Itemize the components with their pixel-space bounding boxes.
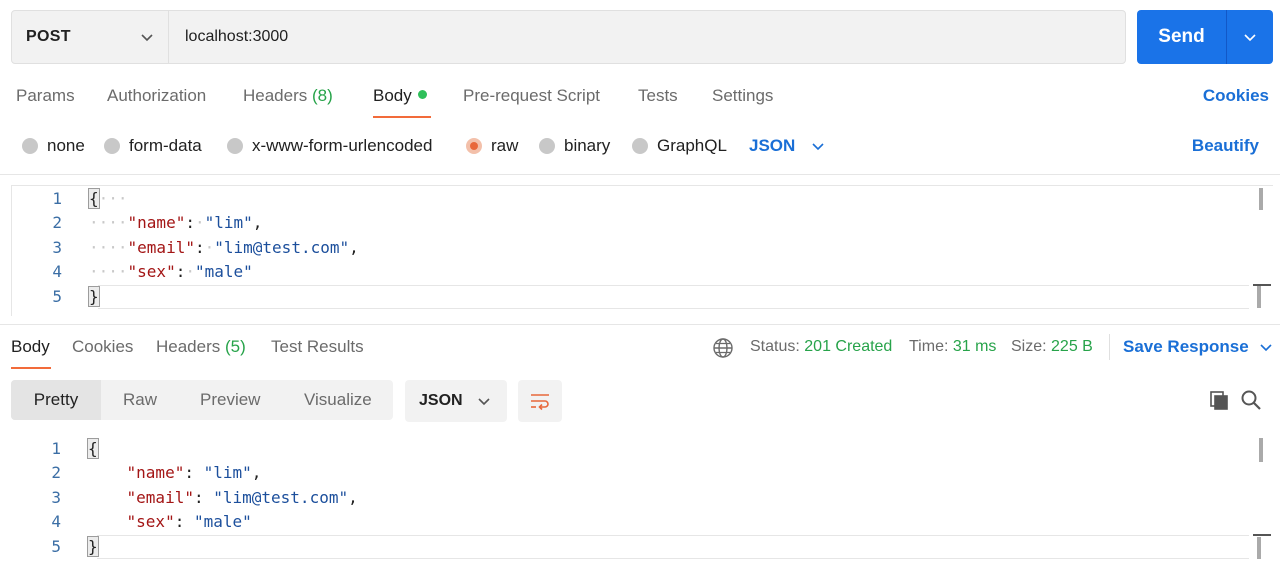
viewer-scrollbar[interactable] <box>1259 438 1263 462</box>
chevron-down-icon <box>141 34 153 42</box>
pane-divider[interactable] <box>0 324 1280 325</box>
code-line: 1 { <box>51 438 99 459</box>
active-tab-underline <box>373 116 431 118</box>
beautify-link[interactable]: Beautify <box>1192 136 1259 156</box>
size-value: 225 B <box>1051 338 1093 355</box>
copy-icon <box>1210 391 1228 410</box>
tab-body[interactable]: Body <box>373 86 427 106</box>
response-size: Size: 225 B <box>1011 338 1093 355</box>
code-line: 3 "email": "lim@test.com", <box>51 488 358 507</box>
code-line: 1 {··· <box>52 188 128 209</box>
code-line: 2 ····"name":·"lim", <box>52 213 263 232</box>
send-button[interactable]: Send <box>1137 10 1227 64</box>
code-line: 4 ····"sex":·"male" <box>52 262 253 281</box>
request-tabs: Params Authorization Headers (8) Body Pr… <box>0 82 1280 118</box>
tab-settings[interactable]: Settings <box>712 86 773 106</box>
radio-binary[interactable]: binary <box>539 136 610 156</box>
time-value: 31 ms <box>952 338 997 355</box>
response-tab-body[interactable]: Body <box>11 337 50 357</box>
method-label: POST <box>26 28 71 45</box>
raw-format-select[interactable]: JSON <box>749 136 825 156</box>
chevron-down-icon <box>1244 34 1256 42</box>
divider <box>0 174 1280 175</box>
send-options-button[interactable] <box>1227 10 1273 64</box>
response-format-select[interactable]: JSON <box>405 380 507 422</box>
code-line: 2 "name": "lim", <box>51 463 262 482</box>
radio-none[interactable]: none <box>22 136 85 156</box>
globe-icon[interactable] <box>712 337 734 359</box>
editor-scroll-indicator <box>1253 284 1271 286</box>
tab-params[interactable]: Params <box>16 86 75 106</box>
viewer-scroll-indicator <box>1253 534 1271 536</box>
code-line: 3 ····"email":·"lim@test.com", <box>52 238 359 257</box>
response-headers-count: (5) <box>225 337 246 356</box>
radio-graphql[interactable]: GraphQL <box>632 136 727 156</box>
response-time: Time: 31 ms <box>909 338 997 355</box>
response-tab-headers[interactable]: Headers (5) <box>156 337 246 357</box>
tab-authorization[interactable]: Authorization <box>107 86 206 106</box>
active-response-tab-underline <box>11 367 51 369</box>
code-line: 5 } <box>52 286 100 307</box>
wrap-lines-icon <box>531 394 549 411</box>
code-line: 5 } <box>51 536 99 557</box>
editor-scrollbar[interactable] <box>1259 188 1263 210</box>
viewer-scrollbar-marker <box>1257 537 1261 559</box>
body-type-options: none form-data x-www-form-urlencoded raw… <box>0 132 1280 162</box>
request-url-bar: POST localhost:3000 <box>11 10 1126 64</box>
status-value: 201 Created <box>804 338 893 355</box>
view-visualize[interactable]: Visualize <box>304 380 372 420</box>
chevron-down-icon <box>478 398 490 406</box>
request-body-editor[interactable]: 1 {··· 2 ····"name":·"lim", 3 ····"email… <box>11 185 1273 316</box>
chevron-down-icon <box>1260 344 1272 352</box>
response-body-viewer[interactable]: 1 { 2 "name": "lim", 3 "email": "lim@tes… <box>11 436 1273 573</box>
view-raw[interactable]: Raw <box>123 380 157 420</box>
chevron-down-icon <box>812 143 824 151</box>
search-icon <box>1241 390 1261 410</box>
copy-button[interactable] <box>1207 388 1231 412</box>
url-input[interactable]: localhost:3000 <box>169 11 288 63</box>
view-mode-toggle: Pretty Raw Preview Visualize <box>11 380 393 420</box>
radio-raw[interactable]: raw <box>466 136 518 156</box>
cookies-link[interactable]: Cookies <box>1203 86 1269 106</box>
response-tab-test-results[interactable]: Test Results <box>271 337 364 357</box>
response-tab-cookies[interactable]: Cookies <box>72 337 133 357</box>
separator <box>1109 334 1110 360</box>
view-pretty[interactable]: Pretty <box>11 380 101 420</box>
tab-pre-request-script[interactable]: Pre-request Script <box>463 86 600 106</box>
radio-x-www-form-urlencoded[interactable]: x-www-form-urlencoded <box>227 136 432 156</box>
headers-count: (8) <box>312 86 333 105</box>
save-response-button[interactable]: Save Response <box>1123 337 1273 357</box>
wrap-lines-button[interactable] <box>518 380 562 422</box>
tab-headers[interactable]: Headers (8) <box>243 86 333 106</box>
code-line: 4 "sex": "male" <box>51 512 252 531</box>
tab-tests[interactable]: Tests <box>638 86 678 106</box>
editor-scrollbar-marker <box>1257 286 1261 308</box>
view-preview[interactable]: Preview <box>200 380 260 420</box>
url-value: localhost:3000 <box>185 28 289 45</box>
body-indicator-dot <box>417 90 427 99</box>
radio-form-data[interactable]: form-data <box>104 136 202 156</box>
method-select[interactable]: POST <box>12 11 169 63</box>
response-status: Status: 201 Created <box>750 338 893 355</box>
search-button[interactable] <box>1239 388 1263 412</box>
send-button-group: Send <box>1137 10 1273 64</box>
